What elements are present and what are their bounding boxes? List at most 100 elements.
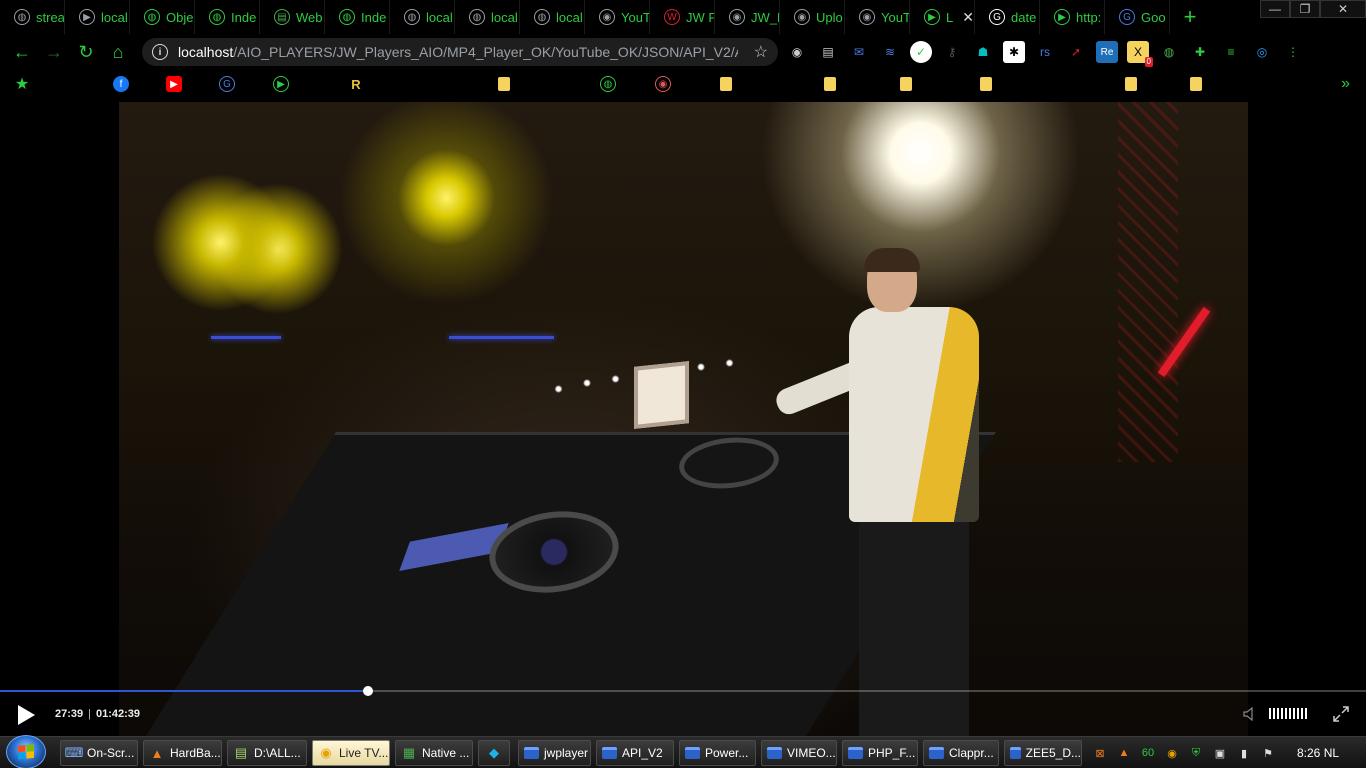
youtube-icon[interactable]: ▶ <box>166 76 182 92</box>
folder-icon[interactable] <box>498 77 510 91</box>
reload-button[interactable]: ↻ <box>70 36 102 68</box>
restore-button[interactable]: ❐ <box>1290 0 1320 18</box>
vlc-icon[interactable]: ▲ <box>1116 745 1132 761</box>
language-indicator[interactable]: NL <box>1324 746 1339 760</box>
browser-tab[interactable]: W JW P <box>650 0 715 34</box>
taskbar-item[interactable]: ▲ HardBa... <box>143 740 222 766</box>
shield-icon[interactable]: ⛨ <box>1188 745 1204 761</box>
player-controls: 27:39 | 01:42:39 <box>0 696 1366 734</box>
browser-tab[interactable]: G Goo <box>1105 0 1170 34</box>
signal-icon[interactable]: ▮ <box>1236 745 1252 761</box>
browser-tab[interactable]: ◉ Uplo <box>780 0 845 34</box>
browser-tab[interactable]: ▶ local <box>65 0 130 34</box>
android-icon[interactable]: ☗ <box>972 41 994 63</box>
menu-icon[interactable]: ⋮ <box>1282 41 1304 63</box>
address-bar[interactable]: i localhost/AIO_PLAYERS/JW_Players_AIO/M… <box>142 38 778 66</box>
video-frame[interactable] <box>119 102 1248 740</box>
browser-tab[interactable]: ◍ strea <box>0 0 65 34</box>
playlist-icon[interactable]: ≡ <box>1220 41 1242 63</box>
volume-icon[interactable] <box>1242 706 1258 722</box>
folder-icon[interactable] <box>1190 77 1202 91</box>
taskbar-item[interactable]: ▤ D:\ALL... <box>227 740 307 766</box>
home-button[interactable]: ⌂ <box>102 36 134 68</box>
folder-icon[interactable] <box>980 77 992 91</box>
new-tab-button[interactable]: + <box>1170 4 1210 30</box>
browser-tab[interactable]: ◉ YouT <box>845 0 910 34</box>
fullscreen-icon[interactable] <box>1332 705 1350 723</box>
re-icon[interactable]: Re <box>1096 41 1118 63</box>
browser-tab[interactable]: ◍ local <box>520 0 585 34</box>
rs-icon[interactable]: rs <box>1034 41 1056 63</box>
play-button[interactable] <box>16 704 36 726</box>
globe-icon[interactable]: ◉ <box>786 41 808 63</box>
chrome-icon[interactable]: ◉ <box>1164 745 1180 761</box>
taskbar-item[interactable]: PHP_F... <box>842 740 918 766</box>
url-text[interactable]: localhost/AIO_PLAYERS/JW_Players_AIO/MP4… <box>178 44 738 60</box>
taskbar-item[interactable]: ZEE5_D... <box>1004 740 1082 766</box>
info-icon[interactable]: i <box>152 44 168 60</box>
browser-tab[interactable]: ◉ YouT <box>585 0 650 34</box>
browser-tab[interactable]: ◍ Obje <box>130 0 195 34</box>
taskbar-item[interactable]: ◉ Live TV... <box>312 740 390 766</box>
reader-icon[interactable]: ▤ <box>817 41 839 63</box>
close-tab-icon[interactable]: ✕ <box>962 9 974 26</box>
star-icon[interactable]: ★ <box>14 76 30 93</box>
buffer-icon[interactable]: ≋ <box>879 41 901 63</box>
browser-tab[interactable]: ◉ JW_F <box>715 0 780 34</box>
folder-icon[interactable] <box>900 77 912 91</box>
browser-tab[interactable]: ◍ local <box>455 0 520 34</box>
bookmark-star-icon[interactable]: ☆ <box>754 42 768 62</box>
minimize-button[interactable]: — <box>1260 0 1290 18</box>
arrow-icon[interactable]: ➚ <box>1065 41 1087 63</box>
clock[interactable]: 8:26 NL <box>1297 746 1339 760</box>
taskbar-item[interactable]: ▦ Native ... <box>395 740 473 766</box>
device-icon[interactable]: ▣ <box>1212 745 1228 761</box>
taskbar-item[interactable]: ◆ <box>478 740 510 766</box>
facebook-icon[interactable]: f <box>113 76 129 92</box>
x-badge-icon[interactable]: X0 <box>1127 41 1153 67</box>
tab-label: Goo <box>1141 9 1166 25</box>
start-button[interactable] <box>6 735 46 768</box>
sixty-icon[interactable]: 60 <box>1140 745 1156 761</box>
back-button[interactable]: ← <box>6 36 38 68</box>
xampp-icon[interactable]: ⊠ <box>1092 745 1108 761</box>
seek-bar[interactable] <box>0 686 1366 696</box>
folder-icon[interactable] <box>824 77 836 91</box>
podcast-icon[interactable]: ◉ <box>655 76 671 92</box>
puzzle-icon[interactable]: ✚ <box>1189 41 1211 63</box>
earth-icon[interactable]: ◍ <box>1158 41 1180 63</box>
taskbar-item[interactable]: ⌨ On-Scr... <box>60 740 138 766</box>
browser-tab[interactable]: ◍ Inde <box>195 0 260 34</box>
browser-tab[interactable]: ▶ L ✕ <box>910 0 975 34</box>
seek-handle[interactable] <box>363 686 373 696</box>
taskbar-item[interactable]: API_V2 <box>596 740 674 766</box>
grammarly-icon[interactable]: ✓ <box>910 41 932 63</box>
play-circle-icon[interactable]: ▶ <box>273 76 289 92</box>
chrome-icon: ◉ <box>320 745 332 760</box>
asterisk-icon[interactable]: ✱ <box>1003 41 1025 63</box>
close-window-button[interactable]: ✕ <box>1320 0 1366 18</box>
taskbar-item[interactable]: VIMEO... <box>761 740 837 766</box>
taskbar-item[interactable]: Power... <box>679 740 756 766</box>
key-icon[interactable]: ⚷ <box>941 41 963 63</box>
r-icon[interactable]: R <box>348 76 364 92</box>
taskbar-item[interactable]: jwplayer <box>518 740 591 766</box>
translate-icon[interactable]: G <box>219 76 235 92</box>
browser-tab[interactable]: ◍ Inde <box>325 0 390 34</box>
folder-icon[interactable] <box>720 77 732 91</box>
video-player[interactable] <box>0 100 1366 740</box>
globe-icon[interactable]: ◍ <box>600 76 616 92</box>
forward-button[interactable]: → <box>38 36 70 68</box>
browser-tab[interactable]: ▤ Web <box>260 0 325 34</box>
bookmarks-more-icon[interactable]: » <box>1341 75 1350 93</box>
browser-tab[interactable]: ◍ local <box>390 0 455 34</box>
flag-icon[interactable]: ⚑ <box>1260 745 1276 761</box>
browser-tab[interactable]: ▶ http: <box>1040 0 1105 34</box>
browser-tab[interactable]: Gdate <box>975 0 1040 34</box>
folder-icon[interactable] <box>1125 77 1137 91</box>
taskbar-item[interactable]: Clappr... <box>923 740 999 766</box>
record-icon[interactable]: ◎ <box>1251 41 1273 63</box>
mail-icon[interactable]: ✉ <box>848 41 870 63</box>
volume-slider[interactable] <box>1269 708 1307 719</box>
github-icon: ◉ <box>794 9 810 25</box>
